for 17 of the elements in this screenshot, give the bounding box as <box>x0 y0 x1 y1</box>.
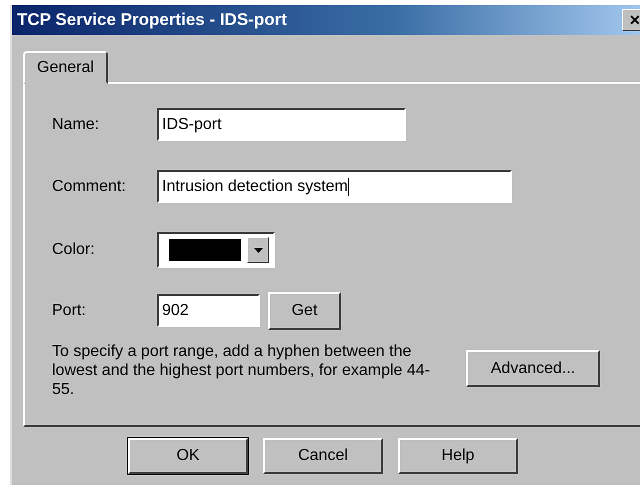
field-label: Name: <box>52 116 100 134</box>
window-title: TCP Service Properties - IDS-port <box>17 10 288 30</box>
close-button[interactable]: ✕ <box>622 9 640 31</box>
dialog-button[interactable]: Cancel <box>263 438 383 474</box>
field-label: Comment: <box>52 178 127 196</box>
field-label: Color: <box>52 241 96 259</box>
tab[interactable]: General <box>23 51 108 84</box>
dialog-button[interactable]: Help <box>398 438 518 474</box>
field-label: Port: <box>52 302 87 320</box>
input-field[interactable]: 902 <box>157 294 260 327</box>
color-dropdown[interactable] <box>157 232 275 268</box>
get-button[interactable]: Get <box>268 292 341 330</box>
input-field[interactable]: Intrusion detection system <box>157 170 512 203</box>
advanced-button[interactable]: Advanced... <box>466 350 600 387</box>
input-field[interactable]: IDS-port <box>157 108 406 141</box>
dialog-button[interactable]: OK <box>128 438 248 474</box>
port-range-hint: To specify a port range, add a hyphen between the lowest and the highest port numbers, for example 44-55. <box>52 342 431 399</box>
